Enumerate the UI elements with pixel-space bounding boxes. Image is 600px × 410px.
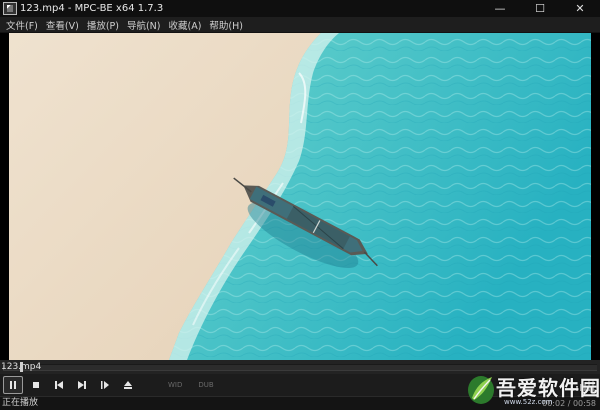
skip-forward-icon — [78, 381, 86, 389]
next-button[interactable] — [72, 376, 92, 394]
eject-button[interactable] — [118, 376, 138, 394]
watermark-url: www.52z.com — [504, 398, 553, 406]
video-track-label[interactable]: WID — [168, 381, 182, 389]
menu-help[interactable]: 帮助(H) — [205, 18, 247, 32]
beach-boat-video-image — [9, 33, 591, 360]
close-button[interactable]: ✕ — [560, 0, 600, 17]
pause-icon — [10, 381, 16, 389]
site-watermark: 吾爱软件园 www.52z.com — [466, 371, 600, 409]
pause-button[interactable] — [3, 376, 23, 394]
stop-button[interactable] — [26, 376, 46, 394]
stop-icon — [33, 382, 39, 388]
seek-track[interactable] — [3, 364, 597, 371]
window-title: 123.mp4 - MPC-BE x64 1.7.3 — [20, 3, 164, 14]
minimize-button[interactable]: — — [480, 0, 520, 17]
menu-favorites[interactable]: 收藏(A) — [165, 18, 206, 32]
mpc-be-app-icon[interactable] — [3, 2, 17, 15]
video-area[interactable] — [0, 33, 600, 360]
menu-view[interactable]: 查看(V) — [42, 18, 83, 32]
frame-step-button[interactable] — [95, 376, 115, 394]
watermark-text: 吾爱软件园 — [496, 376, 600, 400]
frame-step-icon — [101, 381, 109, 389]
audio-track-label[interactable]: DUB — [198, 381, 213, 389]
video-frame — [9, 33, 591, 360]
menu-play[interactable]: 播放(P) — [83, 18, 123, 32]
playback-status: 正在播放 — [2, 398, 39, 408]
menu-bar: 文件(F) 查看(V) 播放(P) 导航(N) 收藏(A) 帮助(H) — [0, 17, 600, 33]
previous-button[interactable] — [49, 376, 69, 394]
maximize-button[interactable]: ☐ — [520, 0, 560, 17]
seek-thumb[interactable] — [20, 362, 23, 372]
menu-file[interactable]: 文件(F) — [2, 18, 42, 32]
eject-icon — [124, 381, 132, 389]
leaf-logo-icon — [468, 376, 494, 404]
menu-navigate[interactable]: 导航(N) — [123, 18, 165, 32]
title-bar: 123.mp4 - MPC-BE x64 1.7.3 — ☐ ✕ — [0, 0, 600, 17]
skip-back-icon — [55, 381, 63, 389]
window-controls: — ☐ ✕ — [480, 0, 600, 17]
